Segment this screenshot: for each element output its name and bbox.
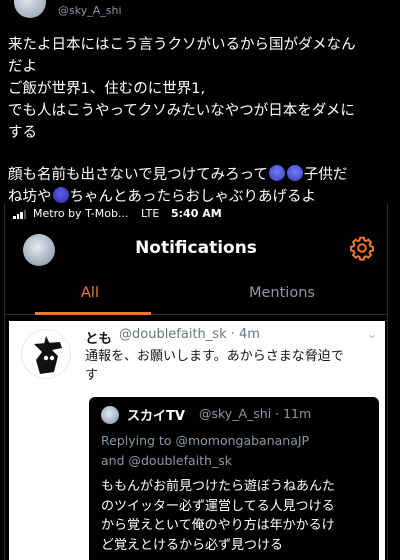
notifications-nav-bar: Notifications (5, 225, 387, 277)
rolling-laugh-emoji-icon (286, 165, 303, 181)
outer-tweet-text: 来たよ日本にはこう言うクソがいるから国がダメなん だよ ご飯が世界1、住むのに世… (8, 34, 396, 208)
character-avatar-icon (34, 336, 62, 374)
mention-avatar[interactable] (21, 329, 71, 379)
quoted-avatar[interactable] (101, 406, 119, 424)
chevron-down-icon[interactable]: ⌄ (367, 327, 377, 341)
quoted-author-handle[interactable]: @sky_A_shi · 11m (199, 406, 311, 421)
notification-tabs: All Mentions (5, 279, 387, 315)
quoted-text-line: ももんがお前見つけたら遊ぼうねあんた (101, 479, 336, 494)
tab-all[interactable]: All (81, 285, 99, 301)
outer-tweet-line: でも人はこうやってクソみたいなやつが日本をダメに (8, 103, 355, 119)
status-bar: Metro by T-Mob... LTE 5:40 AM (5, 203, 387, 225)
quoted-text: ももんがお前見つけたら遊ぼうねあんた のツイッター必ず運営してる人見つける から… (101, 477, 373, 555)
mention-text-line: 通報を、お願いします。あからさまな脅迫で (85, 349, 344, 364)
carrier-name: Metro by T-Mob... (33, 207, 129, 220)
quoted-author-name[interactable]: スカイTV (127, 405, 185, 424)
baby-emoji-icon (52, 187, 69, 203)
mention-author-name[interactable]: とも (85, 327, 112, 347)
quoted-tweet[interactable]: スカイTV @sky_A_shi · 11m Replying to @momo… (89, 397, 379, 560)
embedded-screenshot: Metro by T-Mob... LTE 5:40 AM Notificati… (4, 203, 388, 560)
outer-tweet-handle[interactable]: @sky_A_shi (58, 4, 122, 17)
outer-tweet-header: @sky_A_shi (0, 0, 400, 22)
outer-tweet-fragment: 子供だ (303, 167, 348, 183)
replying-to-line[interactable]: and @doublefaith_sk (101, 451, 371, 471)
network-type: LTE (141, 207, 160, 220)
signal-strength-icon (13, 210, 29, 219)
mention-text-line: す (85, 368, 99, 383)
outer-tweet-line: ご飯が世界1、住むのに世界1, (8, 81, 206, 97)
mention-text: 通報を、お願いします。あからさまな脅迫で す (85, 347, 381, 385)
outer-tweet-line: だよ (8, 59, 37, 75)
quoted-text-line: から覚えといて俺のやり方は年かかるけ (101, 518, 335, 533)
outer-tweet-line: 顔も名前も出さないで見つけてみろって 子供だ (8, 164, 396, 186)
gear-icon[interactable] (349, 235, 375, 261)
outer-tweet-fragment: 顔も名前も出さないで見つけてみろって (8, 167, 268, 183)
rolling-laugh-emoji-icon (268, 165, 285, 181)
outer-tweet-line: する (8, 125, 37, 141)
tab-mentions[interactable]: Mentions (249, 285, 315, 301)
page-title: Notifications (135, 238, 257, 258)
mention-tweet[interactable]: とも @doublefaith_sk · 4m ⌄ 通報を、お願いします。あから… (9, 321, 385, 560)
avatar[interactable] (14, 0, 46, 18)
quoted-text-line: ど覚えとけるから必ず見つける (101, 537, 284, 553)
outer-tweet-line: 来たよ日本にはこう言うクソがいるから国がダメなん (8, 37, 356, 53)
active-tab-indicator (35, 312, 151, 315)
quoted-text-line: のツイッター必ず運営してる人見つける (101, 498, 335, 514)
mention-author-handle[interactable]: @doublefaith_sk · 4m (119, 327, 260, 342)
replying-to: Replying to @momongabananaJP and @double… (101, 431, 371, 471)
replying-to-line[interactable]: Replying to @momongabananaJP (101, 431, 371, 451)
clock: 5:40 AM (171, 207, 222, 220)
